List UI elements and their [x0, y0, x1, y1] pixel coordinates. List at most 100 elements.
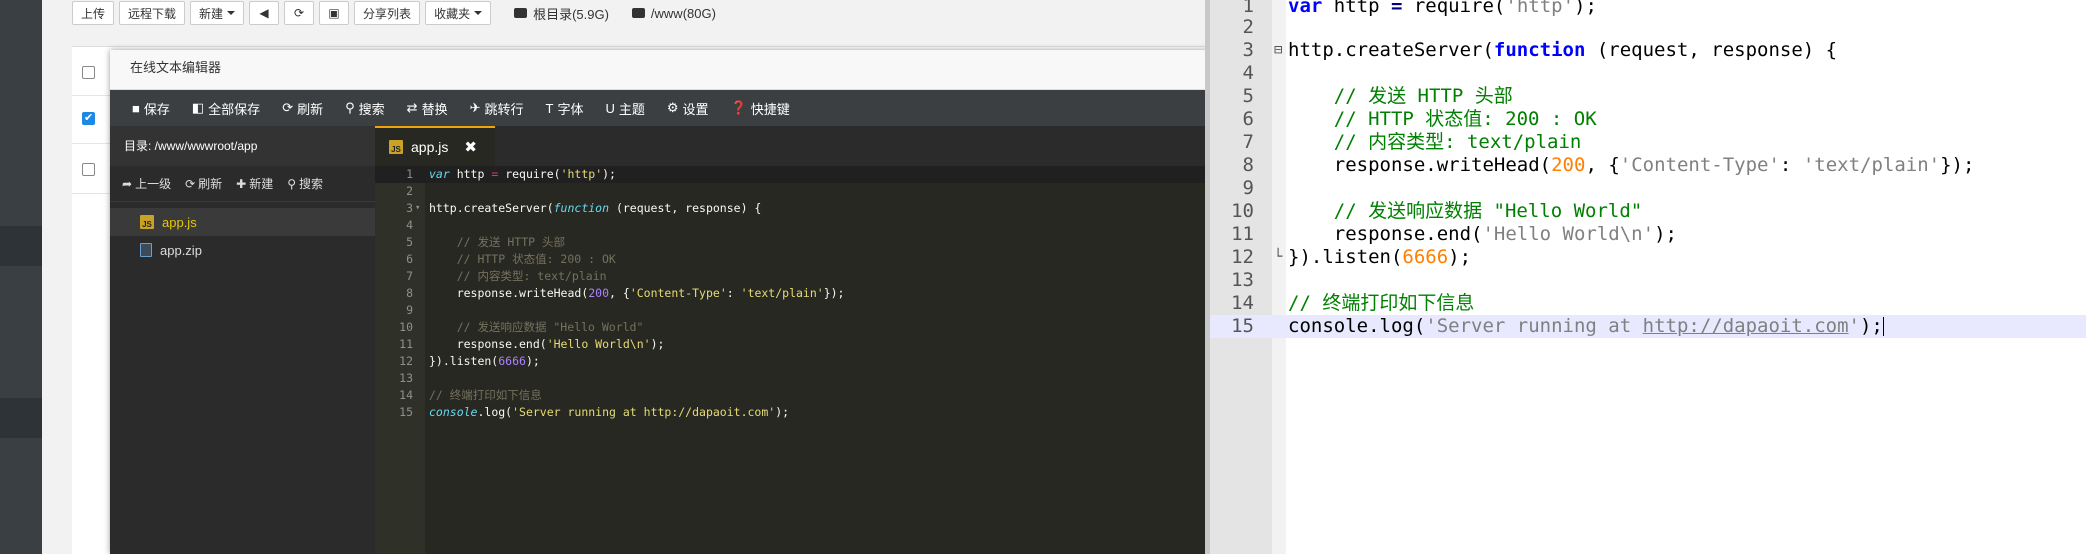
np-code-line: 7 // 内容类型: text/plain	[1210, 131, 2086, 154]
line-number: 4	[406, 218, 413, 232]
notepad-editor[interactable]: 1 var http = require('http'); 2 3 ⊟ http.cr…	[1210, 0, 2086, 554]
refresh-button[interactable]: ⟳	[284, 1, 315, 25]
code-line: 7 // 内容类型: text/plain	[375, 268, 1210, 285]
favorites-button[interactable]: 收藏夹	[425, 1, 492, 25]
upload-label: 上传	[81, 6, 106, 21]
np-code-line: 12 └}).listen(6666);	[1210, 246, 2086, 269]
sidebar-refresh-label: 刷新	[198, 177, 223, 191]
np-code-line: 2	[1210, 16, 2086, 39]
line-number: 2	[406, 184, 413, 198]
up-level-button[interactable]: ➦ 上一级	[122, 175, 171, 192]
root-dir-link[interactable]: 根目录(5.9G)	[514, 4, 609, 23]
fold-arrow-icon[interactable]: ▾	[415, 200, 420, 217]
code-line: 3 ▾ http.createServer(function (request, r…	[375, 200, 1210, 217]
search-button[interactable]: ⚲ 搜索	[335, 90, 395, 126]
sidebar-new-button[interactable]: ✚ 新建	[236, 175, 273, 192]
code-text: response.end('Hello World\n');	[429, 337, 665, 351]
fold-minus-icon[interactable]: ⊟	[1274, 39, 1282, 62]
www-dir-link[interactable]: /www(80G)	[631, 6, 716, 21]
code-line: 8 response.writeHead(200, {'Content-Type…	[375, 285, 1210, 302]
np-code-line: 3 ⊟ http.createServer(function (request, r…	[1210, 39, 2086, 62]
sidebar-new-label: 新建	[249, 177, 274, 191]
line-number: 15	[1231, 315, 1254, 337]
back-button[interactable]: ◀	[249, 1, 280, 25]
search-label: 搜索	[358, 101, 385, 117]
code-text: // 内容类型: text/plain	[429, 269, 607, 283]
select-all-checkbox[interactable]	[82, 66, 95, 79]
sidebar-refresh-button[interactable]: ⟳ 刷新	[185, 175, 222, 192]
code-line: 11 response.end('Hello World\n');	[375, 336, 1210, 353]
js-file-icon: JS	[140, 215, 154, 229]
search-icon: ⚲	[345, 100, 355, 115]
sidebar-search-button[interactable]: ⚲ 搜索	[287, 175, 323, 192]
np-code-line: 10 // 发送响应数据 "Hello World"	[1210, 200, 2086, 223]
code-line: 14 // 终端打印如下信息	[375, 387, 1210, 404]
line-number: 7	[406, 269, 413, 283]
file-toolbar: 上传 远程下载 新建 ◀ ⟳ ▣ 分享列表 收藏夹 根目录(5.9G) /www…	[72, 0, 716, 26]
line-number: 6	[406, 252, 413, 266]
text-caret	[1882, 317, 1884, 336]
file-item-app-zip[interactable]: app.zip	[110, 236, 375, 264]
share-list-label: 分享列表	[363, 6, 412, 21]
np-code-line: 14 // 终端打印如下信息	[1210, 292, 2086, 315]
settings-button[interactable]: ⚙ 设置	[657, 90, 719, 126]
np-code-line: 8 response.writeHead(200, {'Content-Type…	[1210, 154, 2086, 177]
theme-label: 主题	[618, 101, 645, 117]
new-button[interactable]: 新建	[190, 1, 245, 25]
code-text: http.createServer(function (request, res…	[1288, 39, 1838, 61]
settings-label: 设置	[682, 101, 709, 117]
save-all-button[interactable]: ◧ 全部保存	[182, 90, 270, 126]
theme-button[interactable]: U 主题	[595, 90, 654, 126]
line-number: 1	[406, 167, 413, 181]
line-number: 9	[1242, 177, 1254, 199]
plus-icon: ✚	[236, 176, 247, 191]
np-code-line: 6 // HTTP 状态值: 200 : OK	[1210, 108, 2086, 131]
file-item-app-js[interactable]: JS app.js	[110, 208, 375, 236]
font-icon: T	[545, 100, 554, 116]
zip-file-icon	[140, 243, 152, 257]
code-line: 10 // 发送响应数据 "Hello World"	[375, 319, 1210, 336]
line-number: 5	[406, 235, 413, 249]
editor-sidebar: 目录: /www/wwwroot/app ➦ 上一级 ⟳ 刷新 ✚ 新建 ⚲ 搜索 JS…	[110, 126, 375, 554]
np-code-line: 5 // 发送 HTTP 头部	[1210, 85, 2086, 108]
share-list-button[interactable]: 分享列表	[354, 1, 421, 25]
nav-band	[0, 398, 42, 438]
root-dir-label: 根目录(5.9G)	[533, 6, 609, 22]
shortcuts-label: 快捷键	[750, 101, 790, 117]
np-code-line: 13	[1210, 269, 2086, 292]
refresh-button[interactable]: ⟳ 刷新	[272, 90, 333, 126]
terminal-icon: ▣	[328, 6, 340, 20]
row-checkbox[interactable]	[82, 163, 95, 176]
line-number: 11	[399, 337, 413, 351]
replace-button[interactable]: ⇄ 替换	[397, 90, 458, 126]
np-code-line: 15 console.log('Server running at http://…	[1210, 315, 2086, 338]
close-icon[interactable]: ✖	[464, 138, 477, 156]
row-checkbox[interactable]	[82, 111, 95, 125]
code-line: 5 // 发送 HTTP 头部	[375, 234, 1210, 251]
goto-line-button[interactable]: ✈ 跳转行	[460, 90, 534, 126]
code-editor[interactable]: 1 var http = require('http'); 2 3 ▾ http.cr…	[375, 166, 1210, 554]
upload-button[interactable]: 上传	[72, 1, 115, 25]
new-label: 新建	[199, 6, 224, 21]
code-line: 6 // HTTP 状态值: 200 : OK	[375, 251, 1210, 268]
line-number: 12	[399, 354, 413, 368]
left-nav-strip	[0, 0, 42, 554]
line-number: 14	[1231, 292, 1254, 314]
share-arrow-icon: ➦	[122, 176, 133, 191]
remote-download-button[interactable]: 远程下载	[119, 1, 186, 25]
code-line: 13	[375, 370, 1210, 387]
directory-label: 目录: /www/wwwroot/app	[110, 126, 375, 166]
code-text: http.createServer(function (request, res…	[429, 201, 762, 215]
online-text-editor: 在线文本编辑器 ■ 保存 ◧ 全部保存 ⟳ 刷新 ⚲ 搜索 ⇄ 替换 ✈ 跳转行 T 字体 U…	[110, 50, 1210, 554]
font-label: 字体	[557, 101, 584, 117]
font-button[interactable]: T 字体	[536, 90, 594, 126]
tab-app-js[interactable]: JS app.js ✖	[375, 126, 495, 166]
nav-band	[0, 226, 42, 266]
save-icon: ■	[132, 100, 140, 116]
np-code-line: 4	[1210, 62, 2086, 85]
terminal-button[interactable]: ▣	[319, 1, 350, 25]
shortcuts-button[interactable]: ❓ 快捷键	[721, 90, 800, 126]
line-number: 12	[1231, 246, 1254, 268]
save-button[interactable]: ■ 保存	[122, 90, 180, 126]
code-text: }).listen(6666);	[429, 354, 540, 368]
